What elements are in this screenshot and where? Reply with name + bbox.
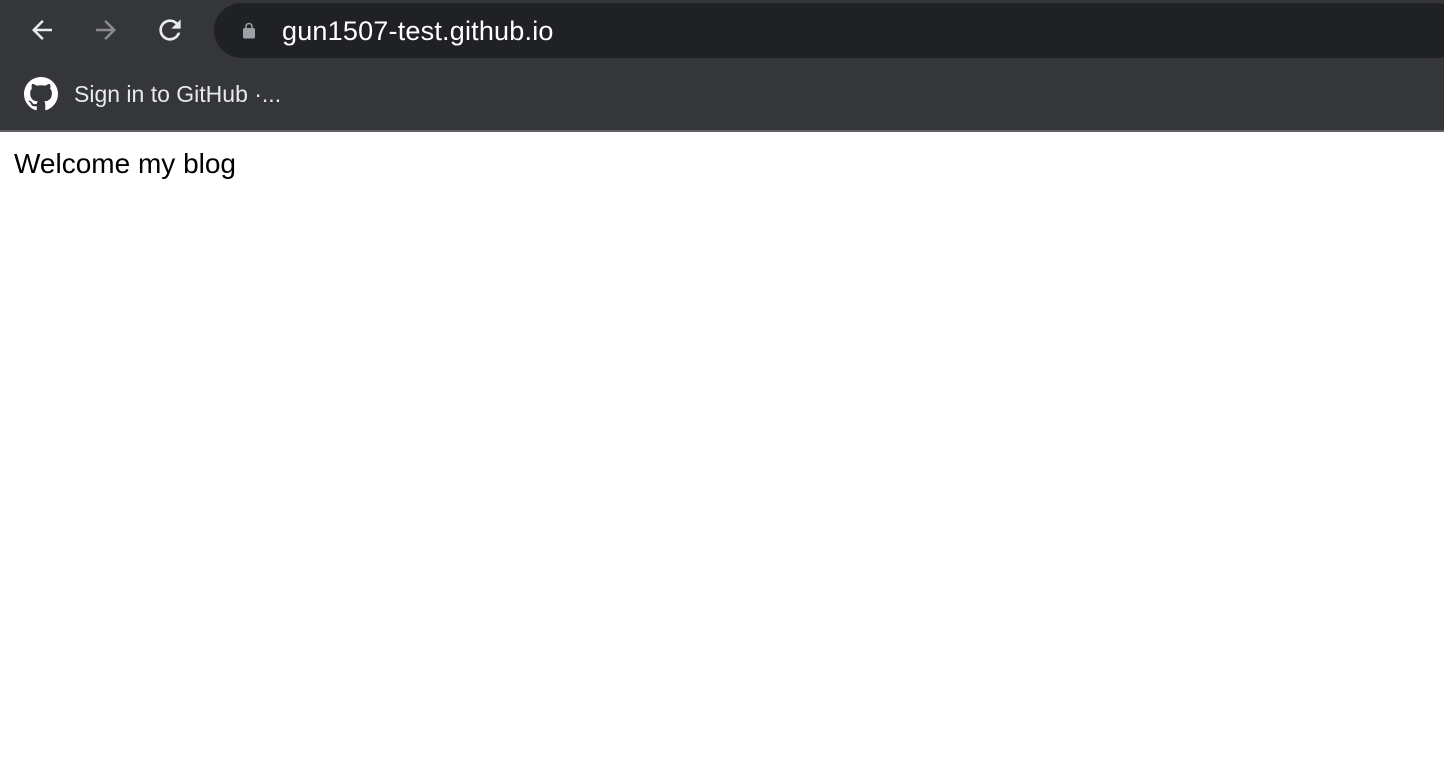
arrow-right-icon	[96, 20, 116, 40]
lock-icon[interactable]	[240, 22, 258, 40]
bookmark-label: Sign in to GitHub ·...	[74, 80, 282, 107]
address-bar[interactable]: gun1507-test.github.io	[214, 3, 1444, 58]
page-heading: Welcome my blog	[14, 148, 237, 179]
browser-toolbar: gun1507-test.github.io	[0, 0, 1444, 60]
bookmarks-bar: Sign in to GitHub ·...	[0, 60, 1444, 132]
reload-icon	[159, 19, 181, 41]
bookmark-github-signin[interactable]: Sign in to GitHub ·...	[14, 74, 291, 114]
arrow-left-icon	[32, 20, 52, 40]
url-text[interactable]: gun1507-test.github.io	[282, 16, 554, 46]
github-icon	[24, 77, 58, 111]
page-content: Welcome my blog	[0, 132, 1444, 768]
forward-button[interactable]	[86, 10, 126, 50]
back-button[interactable]	[22, 10, 62, 50]
reload-button[interactable]	[150, 10, 190, 50]
